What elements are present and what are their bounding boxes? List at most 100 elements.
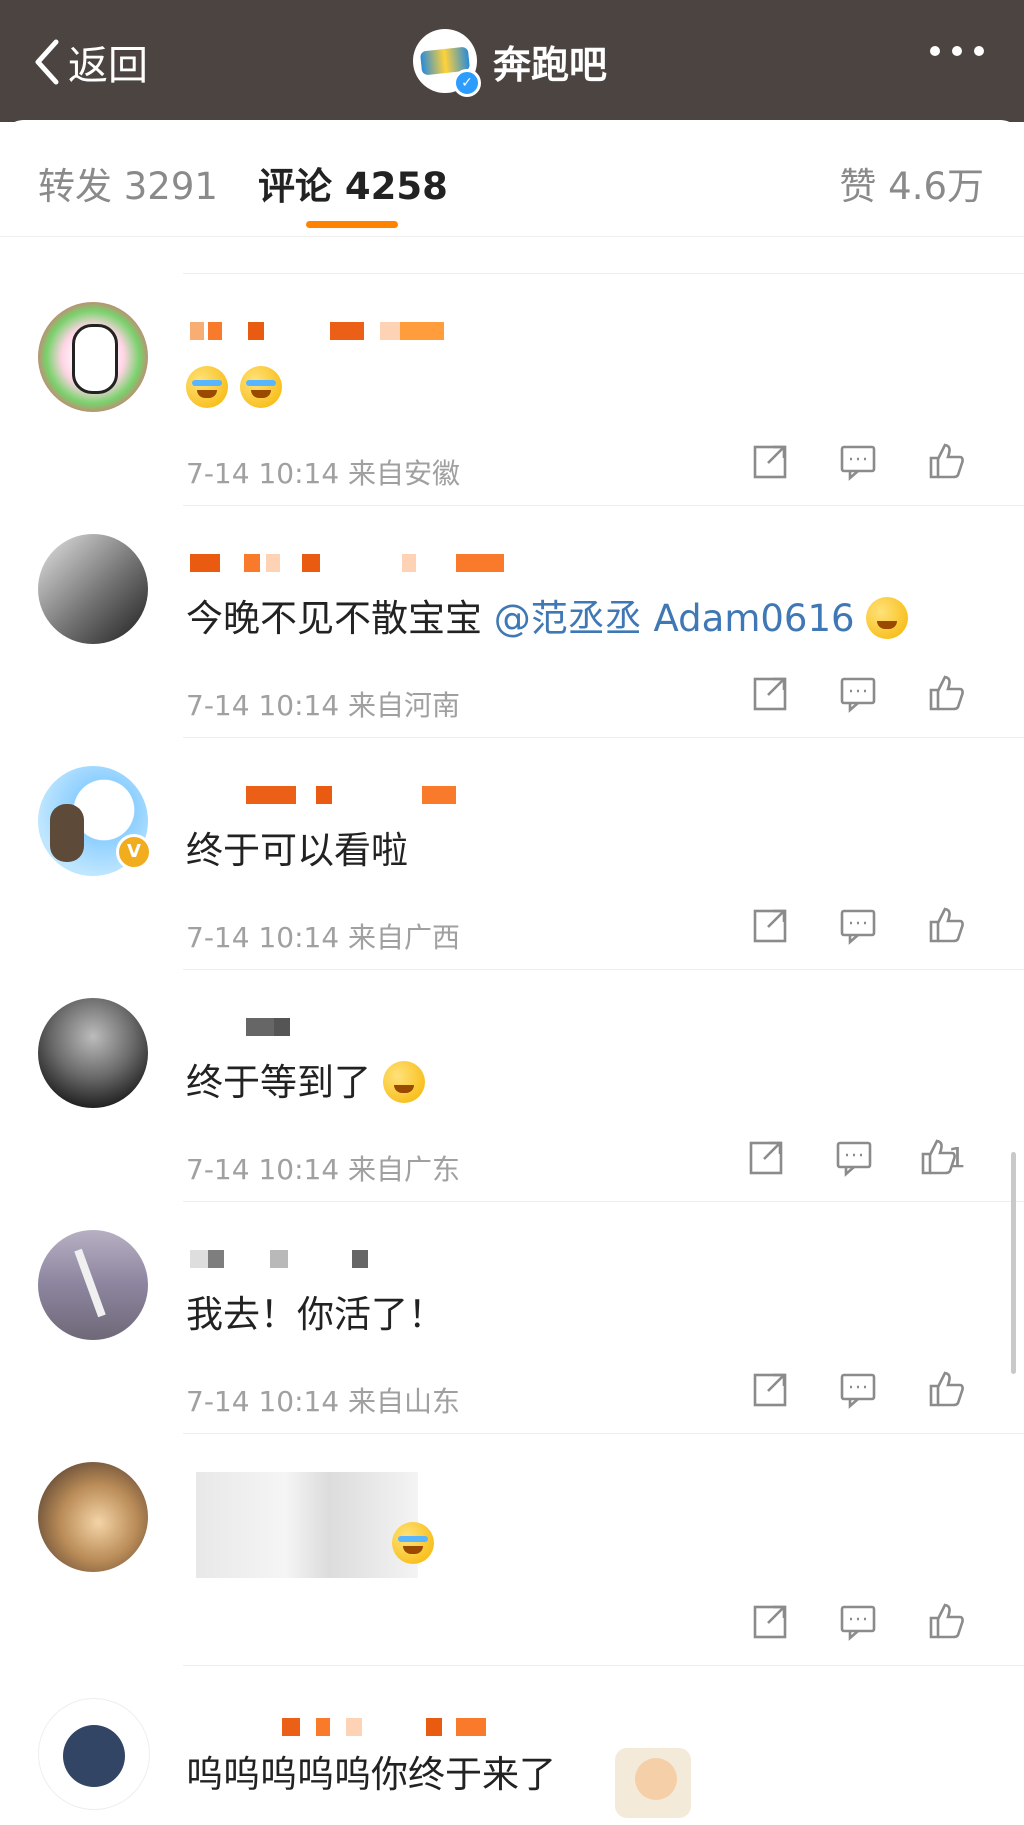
comment-item[interactable]: 终于等到了 7-14 10:14 来自广东 1 <box>0 970 1024 1202</box>
username-mosaic <box>190 1250 550 1274</box>
username-mosaic <box>190 322 550 346</box>
avatar[interactable] <box>38 1462 148 1572</box>
comment-actions <box>726 673 990 713</box>
comment-icon <box>836 1141 872 1177</box>
share-button[interactable] <box>726 1601 814 1641</box>
crying-emoji-icon <box>186 366 228 408</box>
back-button[interactable]: 返回 <box>30 32 148 92</box>
username-mosaic <box>190 554 550 578</box>
comment-meta: 7-14 10:14 来自安徽 <box>186 452 460 492</box>
avatar[interactable] <box>38 302 148 412</box>
comment-text: 终于等到了 <box>186 1052 425 1106</box>
mention-link[interactable]: @范丞丞 Adam0616 <box>494 597 855 640</box>
reply-button[interactable] <box>814 441 902 481</box>
like-button[interactable] <box>902 441 990 481</box>
share-button[interactable] <box>726 1369 814 1409</box>
comment-location: 来自河南 <box>348 689 461 722</box>
share-button[interactable] <box>726 441 814 481</box>
reply-button[interactable] <box>810 1137 898 1177</box>
comment-icon <box>840 1373 876 1409</box>
scrollbar[interactable] <box>1011 1152 1016 1374</box>
username-mosaic <box>190 1018 550 1042</box>
username-mosaic <box>190 786 550 810</box>
more-dot-icon <box>974 46 984 56</box>
tab-comments[interactable]: 评论 4258 <box>258 156 448 210</box>
laughing-emoji-icon <box>866 597 909 639</box>
thumbs-up-icon <box>929 675 964 711</box>
reply-button[interactable] <box>814 1369 902 1409</box>
comment-location: 来自广西 <box>348 921 461 954</box>
comment-text <box>186 366 282 409</box>
comment-body: 终于等到了 <box>186 1061 371 1104</box>
blurred-username <box>196 1472 418 1578</box>
share-icon <box>749 1141 783 1175</box>
tab-likes[interactable]: 赞 4.6万 <box>839 156 984 210</box>
comment-time: 7-14 10:14 <box>186 1153 340 1186</box>
share-icon <box>753 1373 787 1407</box>
crying-emoji-icon <box>239 366 282 408</box>
comment-text: 今晚不见不散宝宝 @范丞丞 Adam0616 <box>186 588 909 642</box>
username-mosaic <box>190 1718 550 1742</box>
comment-item[interactable]: 我去！你活了！ 7-14 10:14 来自山东 <box>0 1202 1024 1434</box>
reply-button[interactable] <box>814 905 902 945</box>
avatar[interactable] <box>38 998 148 1108</box>
like-button[interactable] <box>902 1369 990 1409</box>
like-count: 1 <box>948 1140 966 1174</box>
comment-time: 7-14 10:14 <box>186 1385 340 1418</box>
ghost-icon <box>72 324 118 394</box>
tab-bar: 转发 3291 评论 4258 赞 4.6万 <box>0 120 1024 237</box>
comment-meta: 7-14 10:14 来自河南 <box>186 684 460 724</box>
skeleton-icon <box>74 1248 106 1318</box>
page-title: 奔跑吧 <box>493 42 608 87</box>
comment-text <box>392 1522 434 1565</box>
comment-actions <box>726 905 990 945</box>
like-button[interactable] <box>902 905 990 945</box>
tab-repost[interactable]: 转发 3291 <box>38 156 218 210</box>
like-button[interactable] <box>902 1601 990 1641</box>
share-button[interactable] <box>726 673 814 713</box>
account-title[interactable]: ✓ 奔跑吧 <box>413 26 608 97</box>
top-bar: 返回 ✓ 奔跑吧 <box>0 0 1024 122</box>
more-options-button[interactable] <box>930 46 984 56</box>
thumbs-up-icon <box>929 907 964 943</box>
comment-icon <box>840 909 876 945</box>
verified-icon: ✓ <box>453 69 481 97</box>
comment-item[interactable]: V 终于可以看啦 7-14 10:14 来自广西 <box>0 738 1024 970</box>
comment-time: 7-14 10:14 <box>186 921 340 954</box>
divider <box>183 1665 1024 1666</box>
comment-actions: 1 <box>722 1137 986 1177</box>
comment-meta: 7-14 10:14 来自山东 <box>186 1380 460 1420</box>
like-button[interactable]: 1 <box>898 1137 986 1177</box>
account-logo: ✓ <box>413 29 481 97</box>
comment-item[interactable] <box>0 1434 1024 1666</box>
comment-text: 终于可以看啦 <box>186 829 408 872</box>
character-icon <box>50 804 84 862</box>
comment-location: 来自山东 <box>348 1385 461 1418</box>
thumbs-up-icon <box>929 1371 964 1407</box>
back-label: 返回 <box>68 43 148 89</box>
comment-body: 今晚不见不散宝宝 <box>186 597 482 640</box>
avatar[interactable] <box>38 1698 150 1810</box>
comment-text: 呜呜呜呜呜你终于来了 <box>186 1753 556 1796</box>
comment-meta: 7-14 10:14 来自广西 <box>186 916 460 956</box>
crying-emoji-icon <box>392 1522 434 1564</box>
thumbs-up-icon <box>929 443 964 479</box>
comment-item[interactable]: 7-14 10:14 来自安徽 <box>0 274 1024 506</box>
more-dot-icon <box>930 46 940 56</box>
more-dot-icon <box>952 46 962 56</box>
comment-time: 7-14 10:14 <box>186 457 340 490</box>
share-icon <box>753 909 787 943</box>
share-button[interactable] <box>726 905 814 945</box>
cartoon-avatar-icon <box>63 1725 125 1787</box>
like-button[interactable] <box>902 673 990 713</box>
active-tab-indicator <box>306 221 398 228</box>
thumbs-up-icon <box>929 1603 964 1639</box>
share-button[interactable] <box>722 1137 810 1177</box>
comment-text: 我去！你活了！ <box>186 1293 445 1336</box>
comment-item[interactable]: 呜呜呜呜呜你终于来了 <box>0 1670 1024 1825</box>
reply-button[interactable] <box>814 673 902 713</box>
avatar[interactable] <box>38 534 148 644</box>
avatar[interactable] <box>38 1230 148 1340</box>
comment-item[interactable]: 今晚不见不散宝宝 @范丞丞 Adam0616 7-14 10:14 来自河南 <box>0 506 1024 738</box>
reply-button[interactable] <box>814 1601 902 1641</box>
